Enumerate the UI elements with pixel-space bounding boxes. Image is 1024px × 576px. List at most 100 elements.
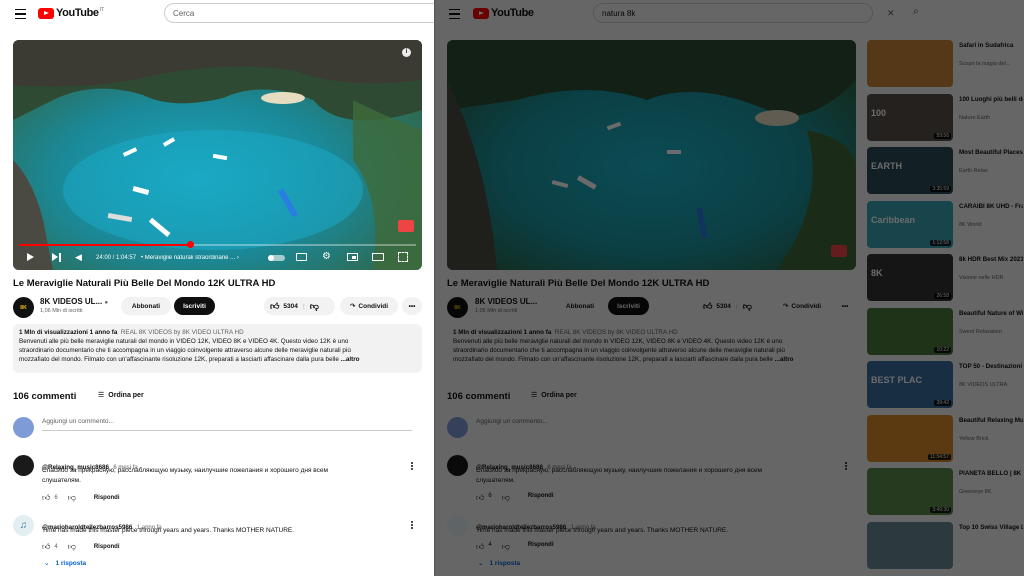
recommendation-title[interactable]: TOP 50 - Destinazioni posti migliori da … bbox=[959, 362, 1023, 371]
comment-avatar[interactable] bbox=[447, 455, 468, 476]
progress-track[interactable] bbox=[19, 244, 416, 246]
progress-scrubber[interactable] bbox=[186, 241, 194, 248]
fullscreen-icon[interactable] bbox=[398, 252, 408, 262]
menu-icon[interactable] bbox=[449, 9, 460, 19]
play-icon[interactable] bbox=[27, 253, 34, 261]
like-count: 5304 bbox=[716, 302, 731, 310]
chevron-down-icon: ⌄ bbox=[44, 560, 50, 567]
sort-button[interactable]: ☰ Ordina per bbox=[98, 391, 144, 399]
description-line: Benvenuti alle più belle meraviglie natu… bbox=[19, 338, 349, 345]
more-actions-button[interactable]: ••• bbox=[402, 297, 422, 315]
duration-badge: 26:58 bbox=[934, 293, 951, 299]
comment-avatar[interactable]: ♫ bbox=[13, 515, 34, 536]
video-player[interactable]: i ◀ 24:00 / 1:04:57 • Meraviglie natural… bbox=[13, 40, 422, 270]
recommendation-title[interactable]: CARAIBI 8K UHD - Fra questo paradiso tro… bbox=[959, 202, 1023, 211]
reply-button[interactable]: Rispondi bbox=[528, 493, 554, 503]
clear-search-icon[interactable]: ✕ bbox=[887, 8, 895, 19]
subtitles-icon[interactable] bbox=[296, 253, 307, 261]
recommendation-thumbnail[interactable]: 11:54:57 bbox=[867, 414, 953, 462]
recommendation-thumbnail[interactable] bbox=[867, 40, 953, 87]
video-player[interactable] bbox=[447, 40, 856, 270]
comment-actions: 👍︎ 4 👎︎ Rispondi bbox=[42, 542, 120, 552]
recommendation-thumbnail[interactable]: BEST PLAC 39:42 bbox=[867, 361, 953, 408]
settings-icon[interactable]: ⚙ bbox=[322, 251, 331, 262]
recommendation-title[interactable]: 100 Luoghi più belli della Terra 4K con.… bbox=[959, 95, 1023, 104]
miniplayer-icon[interactable] bbox=[347, 253, 358, 261]
recommendation-thumbnail[interactable]: EARTH 3:35:59 bbox=[867, 147, 953, 194]
description-box[interactable]: 1 Mln di visualizzazioni 1 anno fa REAL … bbox=[447, 324, 856, 373]
recommendation-title[interactable]: Beautiful Relaxing Music, Calm Music bbox=[959, 416, 1023, 425]
search-input[interactable]: Cerca bbox=[164, 3, 435, 23]
logo-text: YouTube bbox=[491, 7, 534, 19]
recommendation-title[interactable]: Safari in Sudafrica bbox=[959, 41, 1023, 50]
channel-name[interactable]: 8K VIDEOS UL... ● bbox=[40, 297, 108, 306]
recommendation-channel: 8K VIDEOS ULTRA bbox=[959, 382, 1008, 388]
recommendation-title[interactable]: Beautiful Nature of With Relaxing Music bbox=[959, 309, 1023, 318]
comment-avatar[interactable] bbox=[447, 515, 468, 536]
dislike-icon[interactable]: 👎︎ bbox=[310, 301, 319, 312]
chapter-title[interactable]: • Meraviglie naturali straordinarie ... … bbox=[141, 255, 261, 261]
youtube-logo[interactable]: YouTube bbox=[473, 7, 534, 19]
more-link[interactable]: ...altro bbox=[775, 356, 794, 363]
dislike-icon[interactable]: 👎︎ bbox=[68, 542, 76, 552]
share-button[interactable]: ↷ Condividi bbox=[773, 297, 831, 315]
add-comment-input[interactable]: Aggiungi un commento... bbox=[476, 418, 548, 425]
like-icon[interactable]: 👍︎ bbox=[42, 493, 50, 503]
like-icon[interactable]: 👍︎ bbox=[270, 301, 279, 312]
info-icon[interactable]: i bbox=[402, 48, 411, 57]
share-icon: ↷ bbox=[349, 303, 356, 310]
comment-menu-icon[interactable] bbox=[411, 465, 413, 467]
subscribe-button[interactable]: Iscriviti bbox=[608, 297, 649, 315]
subscribe-button[interactable]: Iscriviti bbox=[174, 297, 215, 315]
duration-badge: 3:49:30 bbox=[930, 507, 951, 513]
next-icon[interactable] bbox=[52, 253, 61, 262]
theater-mode-icon[interactable] bbox=[372, 253, 384, 261]
recommendation-thumbnail[interactable]: 3:49:30 bbox=[867, 468, 953, 515]
like-dislike-group[interactable]: 👍︎ 5304 | 👎︎ bbox=[264, 297, 335, 315]
more-actions-button[interactable]: ••• bbox=[835, 297, 855, 315]
join-button[interactable]: Abbonati bbox=[555, 297, 605, 315]
recommendation-thumbnail[interactable]: 10:22 bbox=[867, 307, 953, 355]
recommendation-channel: Greeneye 8K bbox=[959, 489, 992, 495]
reply-button[interactable]: Rispondi bbox=[94, 495, 120, 501]
recommendation-title[interactable]: Top 10 Swiss Village Like a Swiss Dream bbox=[959, 523, 1023, 532]
volume-icon[interactable]: ◀ bbox=[75, 253, 82, 262]
recommendation-channel: Yellow Brick bbox=[959, 435, 989, 442]
comment-text: Time has made this master piece through … bbox=[42, 527, 295, 534]
search-input[interactable]: natura 8k bbox=[593, 3, 873, 23]
reply-button[interactable]: Rispondi bbox=[94, 544, 120, 550]
like-count: 5304 bbox=[283, 302, 298, 310]
recommendation-thumbnail[interactable]: 8K 26:58 bbox=[867, 254, 953, 301]
recommendation-thumbnail[interactable] bbox=[867, 521, 953, 569]
reply-button[interactable]: Rispondi bbox=[528, 542, 554, 552]
search-placeholder: Cerca bbox=[173, 8, 195, 18]
search-icon[interactable]: ⌕ bbox=[913, 6, 919, 17]
recommendation-title[interactable]: Most Beautiful Places in 4K Dolby Vision bbox=[959, 148, 1023, 157]
description-box[interactable]: 1 Mln di visualizzazioni 1 anno fa REAL … bbox=[13, 324, 422, 373]
sort-button[interactable]: ☰ Ordina per bbox=[531, 391, 577, 399]
like-dislike-group[interactable]: 👍︎ 5304 | 👎︎ bbox=[697, 297, 768, 315]
recommendation-title[interactable]: 8k HDR Best Mix 2023 Vision bbox=[959, 255, 1023, 264]
comment-avatar[interactable] bbox=[13, 455, 34, 476]
more-link[interactable]: ...altro bbox=[341, 356, 360, 363]
channel-avatar[interactable]: 8K bbox=[13, 297, 34, 318]
recommendation-thumbnail[interactable]: Caribbean 1:12:58 bbox=[867, 200, 953, 248]
recommendation-thumbnail[interactable]: 100 59:56 bbox=[867, 93, 953, 141]
comment-input-underline bbox=[42, 430, 412, 431]
replies-toggle[interactable]: ⌄ 1 risposta bbox=[478, 559, 520, 567]
channel-avatar[interactable]: 8K bbox=[447, 297, 468, 318]
autoplay-toggle[interactable] bbox=[268, 255, 285, 261]
share-button[interactable]: ↷ Condividi bbox=[340, 297, 398, 315]
channel-name[interactable]: 8K VIDEOS UL... bbox=[475, 297, 537, 306]
video-frame bbox=[13, 40, 422, 270]
add-comment-input[interactable]: Aggiungi un commento... bbox=[42, 418, 114, 425]
comment-menu-icon[interactable] bbox=[411, 524, 413, 526]
youtube-logo[interactable]: YouTube IT bbox=[38, 7, 104, 19]
like-icon[interactable]: 👍︎ bbox=[42, 542, 50, 552]
dislike-icon[interactable]: 👎︎ bbox=[68, 493, 76, 503]
replies-toggle[interactable]: ⌄ 1 risposta bbox=[44, 559, 86, 567]
join-button[interactable]: Abbonati bbox=[121, 297, 171, 315]
recommendation-title[interactable]: PIANETA BELLO | 8K belli sulla Terra bbox=[959, 469, 1023, 478]
menu-icon[interactable] bbox=[15, 9, 26, 19]
comment-menu-icon[interactable] bbox=[845, 465, 847, 467]
